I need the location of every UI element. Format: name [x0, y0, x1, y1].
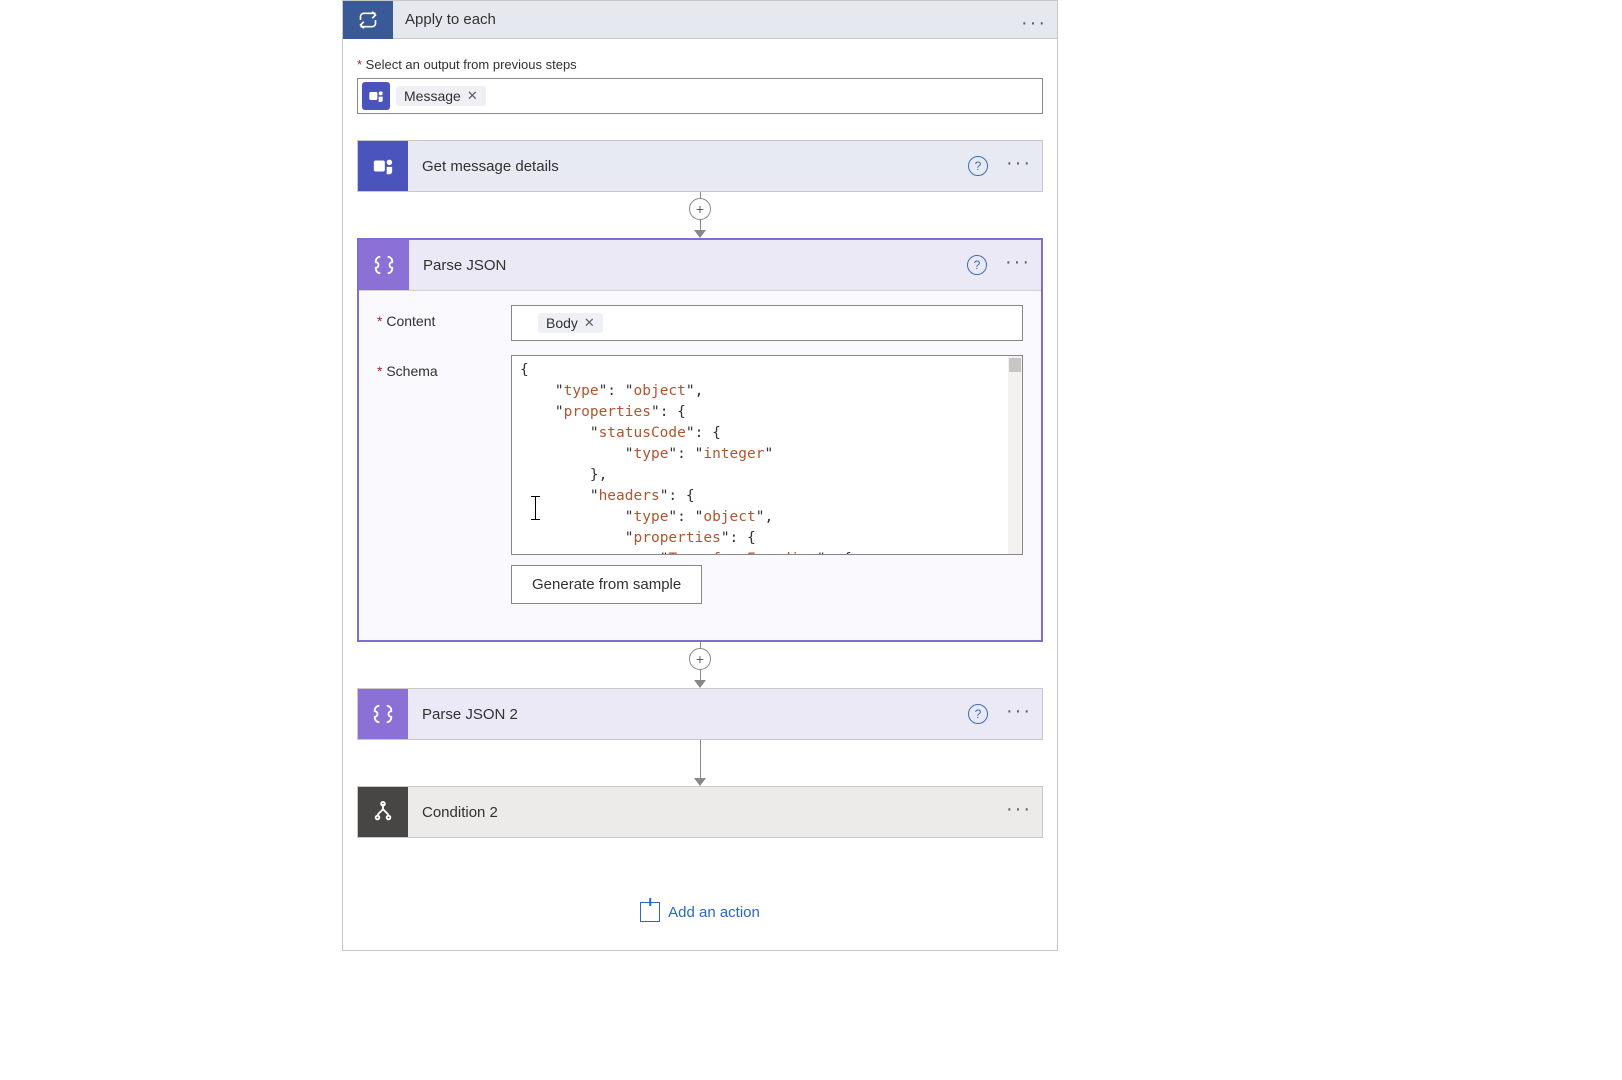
condition-icon: [358, 787, 408, 837]
add-step-icon[interactable]: +: [689, 198, 711, 220]
teams-icon: [516, 313, 532, 334]
remove-token-icon[interactable]: ✕: [467, 88, 478, 104]
teams-icon: [362, 82, 390, 110]
schema-textarea[interactable]: { "type": "object", "properties": { "sta…: [511, 355, 1023, 555]
add-action-label: Add an action: [668, 904, 760, 921]
add-action-icon: [640, 902, 660, 922]
parse-json-step: Parse JSON ? ··· Content: [357, 238, 1043, 642]
step-title: Get message details: [422, 158, 559, 175]
apply-to-each-title: Apply to each: [405, 11, 496, 28]
select-output-label: Select an output from previous steps: [357, 57, 1043, 72]
teams-icon: [358, 141, 408, 191]
content-input[interactable]: Body ✕: [511, 305, 1023, 341]
more-icon[interactable]: ···: [1006, 701, 1032, 727]
step-title: Parse JSON: [423, 257, 506, 274]
content-label: Content: [377, 305, 497, 341]
token-label: Message: [404, 88, 461, 104]
apply-to-each-header[interactable]: Apply to each ···: [343, 1, 1057, 39]
add-action-link[interactable]: Add an action: [357, 838, 1043, 922]
more-icon[interactable]: ···: [1006, 799, 1032, 825]
loop-icon: [343, 1, 393, 39]
schema-label: Schema: [377, 355, 497, 604]
more-icon[interactable]: ···: [1005, 252, 1031, 278]
connector: [357, 740, 1043, 786]
step-title: Parse JSON 2: [422, 706, 518, 723]
more-icon[interactable]: ···: [1006, 153, 1032, 179]
token-label: Body: [546, 315, 578, 331]
get-message-details-step[interactable]: Get message details ? ···: [357, 140, 1043, 192]
apply-to-each-card: Apply to each ··· Select an output from …: [342, 0, 1058, 951]
connector: +: [357, 192, 1043, 238]
step-title: Condition 2: [422, 804, 498, 821]
condition-2-step[interactable]: Condition 2 ···: [357, 786, 1043, 838]
parse-json-header[interactable]: Parse JSON ? ···: [359, 240, 1041, 290]
json-icon: [358, 689, 408, 739]
help-icon[interactable]: ?: [967, 255, 987, 275]
message-token: Message ✕: [396, 86, 486, 106]
more-icon[interactable]: ···: [1021, 13, 1047, 39]
add-step-icon[interactable]: +: [689, 648, 711, 670]
body-token: Body ✕: [538, 313, 603, 333]
select-output-input[interactable]: Message ✕: [357, 78, 1043, 114]
parse-json-2-step[interactable]: Parse JSON 2 ? ···: [357, 688, 1043, 740]
help-icon[interactable]: ?: [968, 156, 988, 176]
scrollbar-thumb[interactable]: [1009, 358, 1021, 372]
text-cursor: [535, 496, 536, 520]
connector: +: [357, 642, 1043, 688]
json-icon: [359, 240, 409, 290]
scrollbar[interactable]: [1008, 356, 1022, 554]
generate-from-sample-button[interactable]: Generate from sample: [511, 565, 702, 604]
help-icon[interactable]: ?: [968, 704, 988, 724]
remove-token-icon[interactable]: ✕: [584, 315, 595, 331]
